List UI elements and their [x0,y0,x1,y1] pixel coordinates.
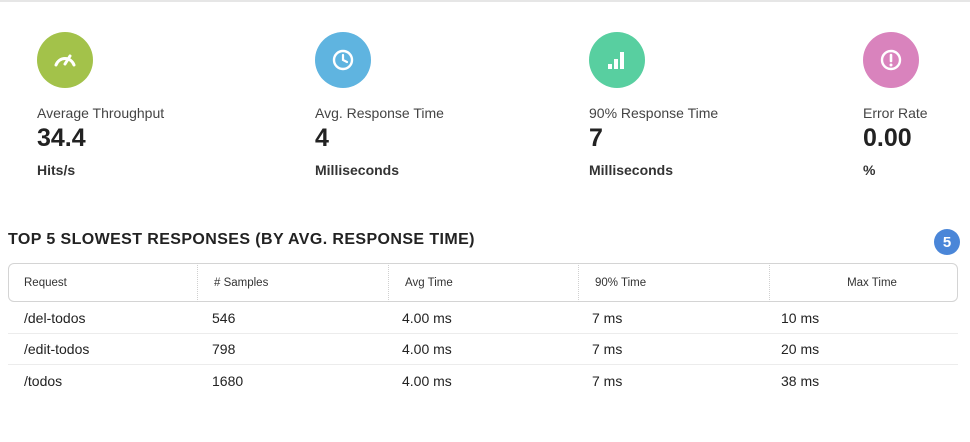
cell-avg-time: 4.00 ms [402,341,452,357]
column-header-90-time[interactable]: 90% Time [579,263,770,302]
cell-max-time: 20 ms [781,341,820,357]
metric-value: 7 [589,124,603,152]
table-row: /edit-todos 798 4.00 ms 7 ms 20 ms [8,334,958,365]
metric-90-response-time: 90% Response Time 7 Milliseconds [589,32,789,178]
bar-chart-icon [589,32,645,88]
metric-avg-response-time: Avg. Response Time 4 Milliseconds [315,32,515,178]
metric-label: Average Throughput [37,105,165,121]
table-row: /del-todos 546 4.00 ms 7 ms 10 ms [8,303,958,334]
metric-label: Error Rate [863,105,928,121]
cell-90-time: 7 ms [592,341,623,357]
metrics-summary: Average Throughput 34.4 Hits/s Avg. Resp… [0,0,970,200]
cell-request: /del-todos [24,310,86,326]
cell-samples: 798 [212,341,236,357]
cell-request: /edit-todos [24,341,90,357]
cell-request: /todos [24,372,63,389]
metric-unit: Milliseconds [315,162,400,178]
metric-unit: % [863,162,876,178]
cell-90-time: 7 ms [592,310,623,326]
cell-avg-time: 4.00 ms [402,372,452,389]
metric-unit: Milliseconds [589,162,674,178]
cell-samples: 1680 [212,372,244,389]
speedometer-icon [37,32,93,88]
column-header-max-time[interactable]: Max Time [770,263,958,302]
exclamation-icon [863,32,919,88]
metric-label: 90% Response Time [589,105,719,121]
cell-samples: 546 [212,310,236,326]
metric-label: Avg. Response Time [315,105,444,121]
metric-average-throughput: Average Throughput 34.4 Hits/s [37,32,237,178]
metric-error-rate: Error Rate 0.00 % [863,32,963,178]
column-header-request[interactable]: Request [8,263,198,302]
table-body: /del-todos 546 4.00 ms 7 ms 10 ms /edit-… [8,303,958,396]
count-badge: 5 [934,229,960,255]
metric-value: 34.4 [37,124,86,152]
section-title: TOP 5 SLOWEST RESPONSES (BY AVG. RESPONS… [8,231,475,248]
cell-avg-time: 4.00 ms [402,310,452,326]
cell-max-time: 38 ms [781,372,820,389]
cell-90-time: 7 ms [592,372,623,389]
clock-icon [315,32,371,88]
table-header: Request # Samples Avg Time 90% Time Max … [8,263,958,302]
table-row: /todos 1680 4.00 ms 7 ms 38 ms [8,365,958,396]
column-header-samples[interactable]: # Samples [198,263,389,302]
cell-max-time: 10 ms [781,310,820,326]
column-header-avg-time[interactable]: Avg Time [389,263,579,302]
metric-value: 4 [315,124,329,152]
metric-unit: Hits/s [37,162,76,178]
metric-value: 0.00 [863,124,912,152]
